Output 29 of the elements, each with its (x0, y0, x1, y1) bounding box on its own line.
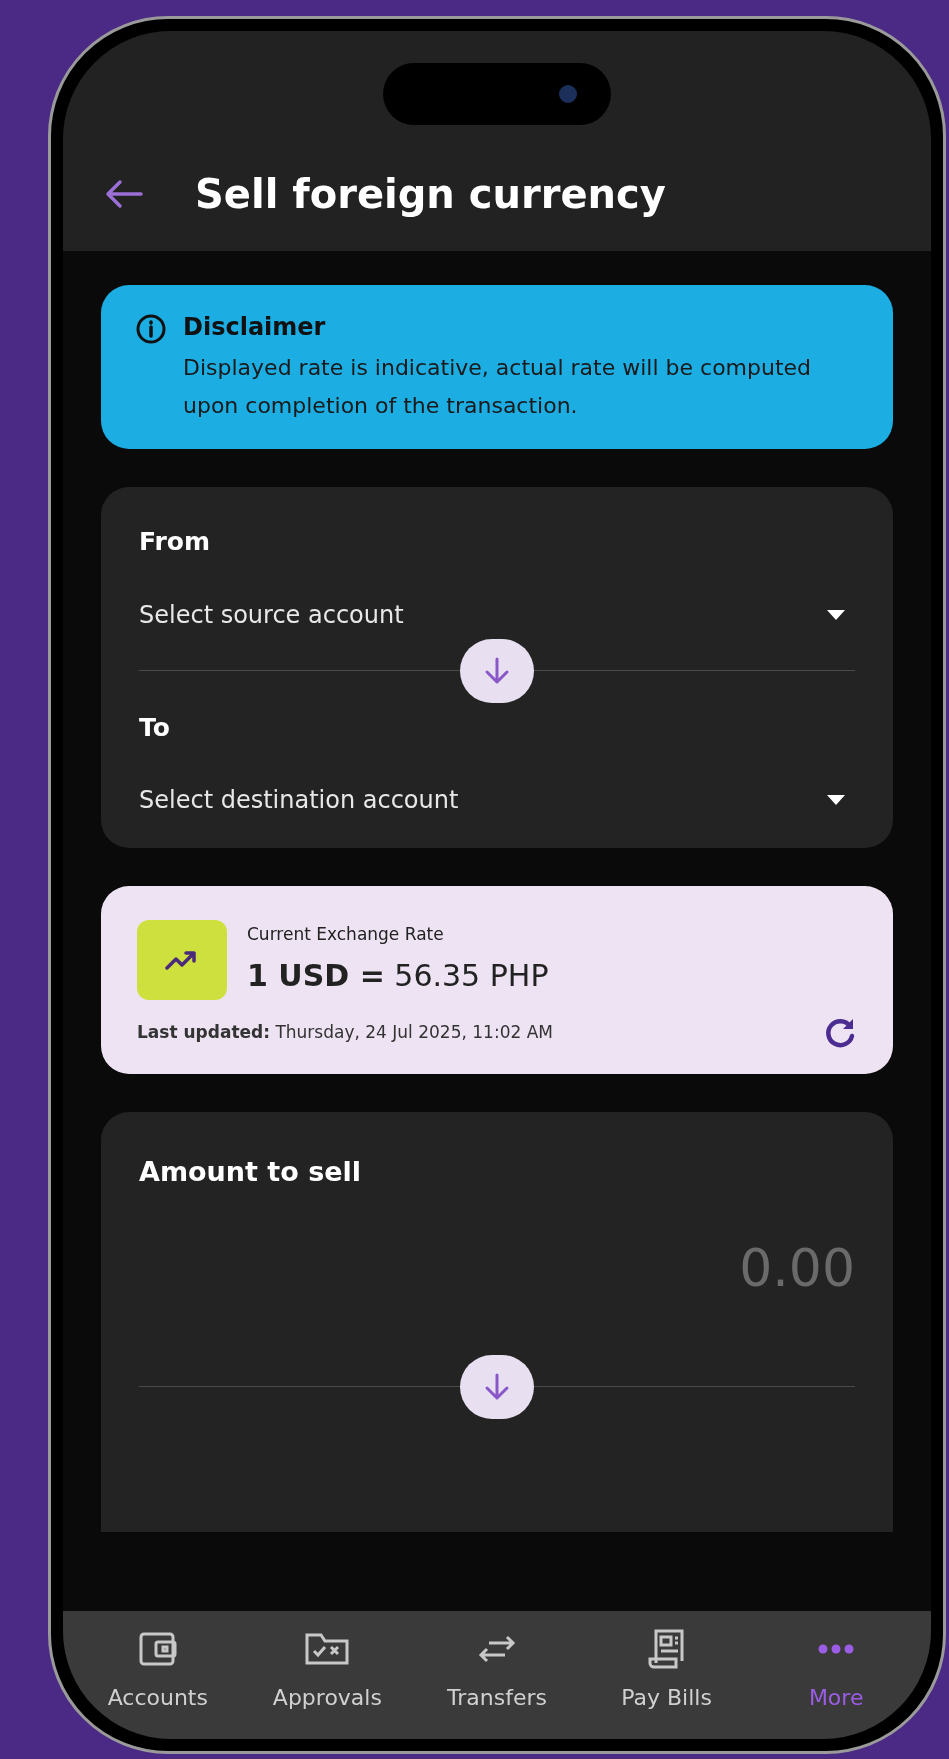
info-icon (135, 313, 167, 345)
dropdown-caret-icon (827, 609, 845, 620)
nav-tab[interactable]: Transfers (422, 1629, 572, 1714)
exchange-rate-label: Current Exchange Rate (247, 922, 445, 946)
screen-title: Sell foreign currency (195, 170, 666, 219)
nav-tab[interactable]: Accounts (82, 1629, 233, 1714)
wallet-icon (138, 1632, 177, 1666)
down-arrow-icon (484, 1372, 510, 1401)
dropdown-caret-icon (827, 795, 845, 805)
amount-label: Amount to sell (139, 1155, 363, 1189)
disclaimer-text: Displayed rate is indicative, actual rate will be computed upon completion of the transaction. (183, 354, 813, 420)
back-arrow-icon[interactable] (105, 179, 143, 209)
amount-input[interactable]: 0.00 (139, 1228, 855, 1307)
last-updated-text: Last updated: Thursday, 24 Jul 2025, 11:02 AM (137, 1021, 553, 1045)
disclaimer-title: Disclaimer (183, 312, 327, 343)
exchange-rate-value: 1 USD = 56.35 PHP (247, 957, 549, 996)
refresh-icon[interactable] (823, 1016, 857, 1050)
field-label: To (139, 711, 171, 744)
receipt-icon (647, 1629, 686, 1669)
more-dots-icon (818, 1644, 855, 1654)
folder-icon (305, 1632, 350, 1666)
down-arrow-icon (484, 656, 510, 685)
account-dropdown[interactable]: Select destination account (139, 782, 855, 818)
account-dropdown[interactable]: Select source account (139, 596, 855, 633)
field-label: From (139, 526, 212, 558)
nav-tab[interactable]: Approvals (252, 1629, 403, 1714)
nav-tab[interactable]: Pay Bills (591, 1629, 742, 1714)
swap-arrows-icon (477, 1634, 517, 1664)
trend-icon (137, 920, 227, 1000)
